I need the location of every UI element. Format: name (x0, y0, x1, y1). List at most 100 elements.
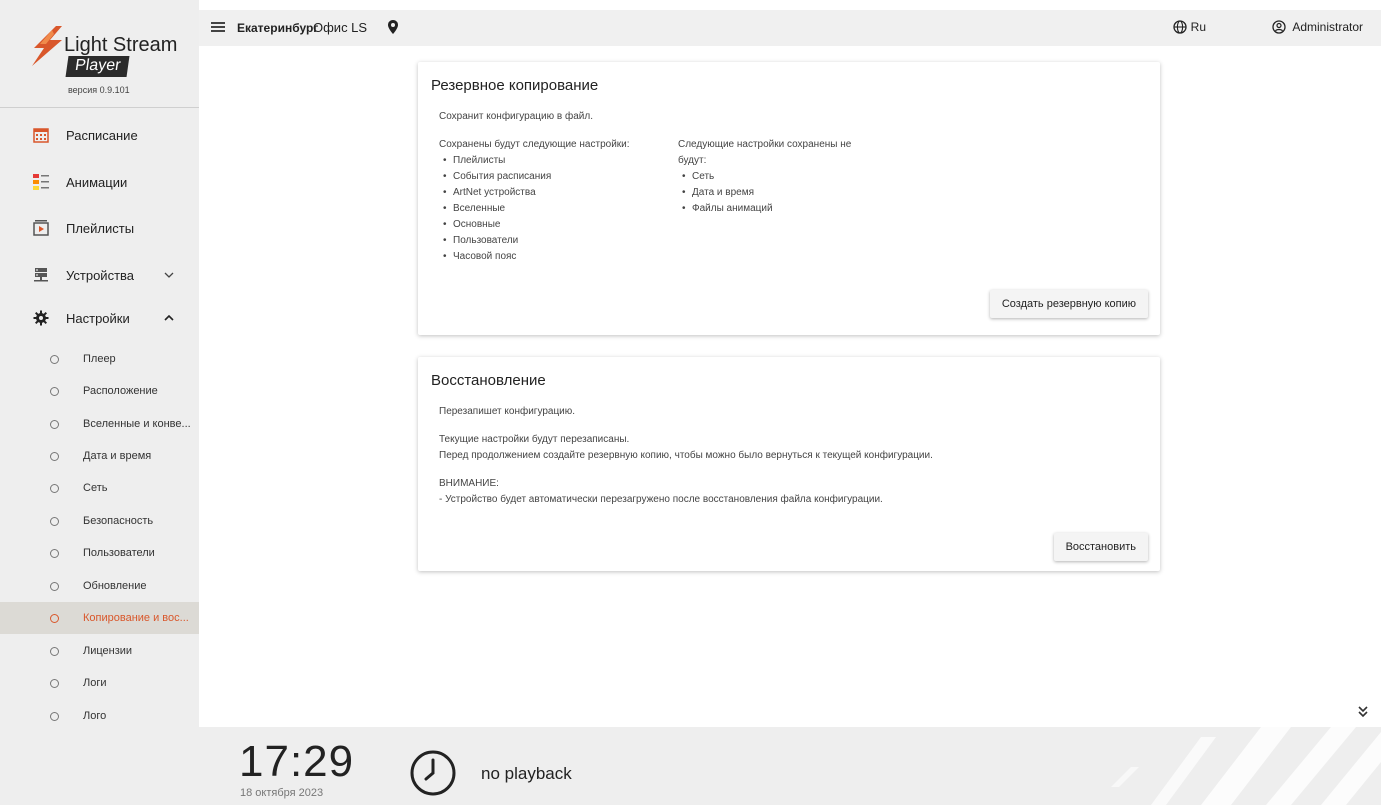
sidebar-item-settings[interactable]: Настройки (0, 298, 199, 338)
top-bar: Екатеринбург Офис LS Ru Administrator (199, 10, 1381, 46)
restore-line-1: Текущие настройки будут перезаписаны. (439, 434, 630, 445)
settings-sub-users[interactable]: Пользователи (0, 537, 199, 569)
settings-sub-backup-restore[interactable]: Копирование и вос... (0, 602, 199, 634)
settings-sub-universes[interactable]: Вселенные и конве... (0, 408, 199, 440)
animations-icon (33, 174, 49, 190)
settings-sub-label: Сеть (83, 482, 108, 494)
version-label: версия 0.9.101 (68, 85, 130, 95)
settings-sub-label: Вселенные и конве... (83, 418, 191, 430)
clock-date: 18 октября 2023 (240, 787, 324, 799)
restore-button[interactable]: Восстановить (1053, 533, 1148, 561)
list-item: Пользователи (439, 233, 679, 249)
settings-sub-label: Обновление (83, 580, 147, 592)
gear-icon (33, 310, 49, 326)
restore-warning-heading: ВНИМАНИЕ: (439, 478, 499, 489)
sidebar-item-playlists[interactable]: Плейлисты (0, 208, 199, 248)
logo-title: Light Stream (64, 34, 178, 56)
sidebar-item-label: Устройства (66, 267, 135, 283)
playback-status: no playback (481, 764, 572, 783)
sidebar-item-label: Анимации (66, 174, 128, 190)
status-bar: 17:29 18 октября 2023 no playback (199, 727, 1381, 805)
map-pin-icon[interactable] (388, 20, 398, 39)
list-item: События расписания (439, 169, 679, 185)
sidebar-item-label: Настройки (66, 310, 130, 326)
list-item: ArtNet устройства (439, 185, 679, 201)
language-selector[interactable]: Ru (1173, 20, 1206, 34)
settings-sub-label: Копирование и вос... (83, 612, 189, 624)
circle-icon (50, 646, 59, 656)
circle-icon (50, 678, 59, 688)
circle-icon (50, 451, 59, 461)
chevron-down-icon (164, 270, 174, 281)
double-chevron-down-icon[interactable] (1355, 703, 1371, 719)
user-icon (1272, 20, 1286, 34)
backup-not-saved-heading: Следующие настройки сохранены не будут: (678, 139, 852, 166)
circle-icon (50, 711, 59, 721)
restore-warning-text: - Устройство будет автоматически перезаг… (439, 494, 883, 505)
settings-sub-security[interactable]: Безопасность (0, 505, 199, 537)
settings-sub-label: Пользователи (83, 547, 155, 559)
backup-saved-list: Плейлисты События расписания ArtNet устр… (439, 153, 679, 265)
menu-icon[interactable] (211, 22, 225, 32)
settings-sub-label: Логи (83, 677, 107, 689)
circle-icon (50, 516, 59, 526)
sidebar-item-schedule[interactable]: Расписание (0, 115, 199, 155)
circle-icon (50, 386, 59, 396)
settings-sub-label: Расположение (83, 385, 158, 397)
list-item: Вселенные (439, 201, 679, 217)
sidebar: Light Stream Player версия 0.9.101 Распи… (0, 0, 199, 805)
sidebar-item-devices[interactable]: Устройства (0, 255, 199, 295)
circle-icon (50, 613, 59, 623)
language-label: Ru (1190, 20, 1206, 34)
circle-icon (50, 548, 59, 558)
restore-card: Восстановление Перезапишет конфигурацию.… (418, 357, 1160, 571)
settings-sub-label: Лого (83, 710, 107, 722)
calendar-icon (33, 127, 49, 143)
location-office[interactable]: Офис LS (313, 20, 367, 35)
user-name: Administrator (1292, 20, 1363, 34)
list-item: Часовой пояс (439, 249, 679, 265)
settings-sub-network[interactable]: Сеть (0, 472, 199, 504)
sidebar-divider (0, 107, 199, 108)
settings-sub-location[interactable]: Расположение (0, 375, 199, 407)
clock-icon (409, 749, 457, 802)
lightning-logo-icon (32, 26, 62, 66)
backup-title: Резервное копирование (431, 77, 599, 94)
devices-icon (33, 267, 49, 283)
decorative-stripes (1111, 727, 1381, 805)
app-logo: Light Stream Player версия 0.9.101 (32, 24, 182, 104)
backup-not-saved-section: Следующие настройки сохранены не будут: … (678, 137, 878, 217)
restore-title: Восстановление (431, 372, 546, 389)
logo-subtitle: Player (65, 56, 130, 77)
user-menu[interactable]: Administrator (1272, 20, 1363, 34)
create-backup-button[interactable]: Создать резервную копию (989, 290, 1148, 318)
playlist-icon (33, 220, 49, 236)
chevron-up-icon (164, 313, 174, 324)
clock-time: 17:29 (239, 737, 355, 786)
list-item: Плейлисты (439, 153, 679, 169)
backup-saved-section: Сохранены будут следующие настройки: Пле… (439, 137, 679, 265)
restore-description: Перезапишет конфигурацию. (439, 406, 576, 417)
settings-sub-logo[interactable]: Лого (0, 700, 199, 732)
settings-sub-licenses[interactable]: Лицензии (0, 635, 199, 667)
settings-sub-label: Плеер (83, 353, 116, 365)
circle-icon (50, 419, 59, 429)
backup-not-saved-list: Сеть Дата и время Файлы анимаций (678, 169, 878, 217)
list-item: Файлы анимаций (678, 201, 878, 217)
settings-sub-player[interactable]: Плеер (0, 343, 199, 375)
settings-sub-update[interactable]: Обновление (0, 570, 199, 602)
location-city[interactable]: Екатеринбург (237, 21, 318, 35)
globe-icon (1173, 20, 1187, 34)
circle-icon (50, 354, 59, 364)
list-item: Дата и время (678, 185, 878, 201)
sidebar-item-label: Расписание (66, 127, 138, 143)
restore-line-2: Перед продолжением создайте резервную ко… (439, 450, 933, 461)
settings-sub-datetime[interactable]: Дата и время (0, 440, 199, 472)
backup-description: Сохранит конфигурацию в файл. (439, 111, 593, 122)
settings-sub-label: Лицензии (83, 645, 133, 657)
sidebar-item-animations[interactable]: Анимации (0, 162, 199, 202)
settings-sub-label: Дата и время (83, 450, 152, 462)
settings-sub-label: Безопасность (83, 515, 154, 527)
settings-sub-logs[interactable]: Логи (0, 667, 199, 699)
circle-icon (50, 483, 59, 493)
